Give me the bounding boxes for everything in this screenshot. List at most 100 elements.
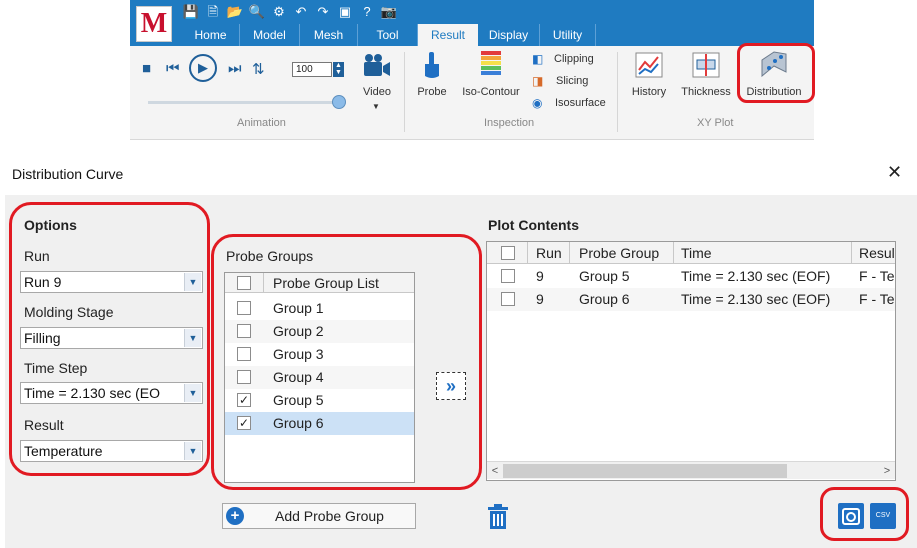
chevron-down-icon[interactable]: ▼: [184, 329, 201, 347]
scrollbar-thumb[interactable]: [503, 464, 787, 478]
group-checkbox[interactable]: [237, 347, 251, 361]
undo-icon[interactable]: ↶: [292, 3, 310, 21]
tab-mesh[interactable]: Mesh: [300, 24, 358, 46]
tab-display[interactable]: Display: [478, 24, 540, 46]
slicing-label[interactable]: Slicing: [556, 75, 588, 87]
run-label: Run: [24, 248, 50, 264]
run-select[interactable]: Run 9 ▼: [20, 271, 203, 293]
plot-contents-table: Run Probe Group Time Resul 9 Group 5 Tim…: [486, 241, 896, 481]
select-all-checkbox[interactable]: [501, 246, 515, 260]
column-separator: [851, 242, 852, 264]
preview-icon[interactable]: 🔍: [248, 3, 266, 21]
tab-model[interactable]: Model: [240, 24, 300, 46]
add-to-plot-button[interactable]: »: [436, 372, 466, 400]
thickness-icon[interactable]: [692, 52, 720, 78]
list-item[interactable]: ✓ Group 6: [225, 412, 414, 435]
column-separator: [569, 242, 570, 264]
group-checkbox[interactable]: [237, 324, 251, 338]
clipping-label[interactable]: Clipping: [554, 53, 594, 65]
delete-button[interactable]: [486, 504, 510, 530]
tab-tool[interactable]: Tool: [358, 24, 418, 46]
video-dropdown-icon[interactable]: ▼: [372, 102, 380, 111]
row-time: Time = 2.130 sec (EOF): [681, 268, 831, 284]
history-label[interactable]: History: [627, 86, 671, 98]
row-checkbox[interactable]: [501, 269, 515, 283]
list-item[interactable]: Group 2: [225, 320, 414, 343]
time-step-select[interactable]: Time = 2.130 sec (EO ▼: [20, 382, 203, 404]
group-checkbox[interactable]: ✓: [237, 393, 251, 407]
step-forward-icon[interactable]: ⏭: [228, 60, 242, 77]
export-csv-button[interactable]: CSV: [870, 503, 896, 529]
result-select[interactable]: Temperature ▼: [20, 440, 203, 462]
tab-result[interactable]: Result: [418, 24, 478, 46]
list-item[interactable]: Group 3: [225, 343, 414, 366]
group-checkbox[interactable]: ✓: [237, 416, 251, 430]
history-icon[interactable]: [635, 52, 663, 78]
slicing-icon[interactable]: ◨: [532, 74, 543, 88]
select-all-checkbox[interactable]: [237, 276, 251, 290]
animation-slider-track[interactable]: [148, 101, 338, 104]
speed-spinner[interactable]: ▲ ▼: [333, 62, 344, 77]
iso-contour-label[interactable]: Iso-Contour: [458, 86, 524, 98]
animation-group-label: Animation: [237, 117, 286, 129]
animation-slider-thumb[interactable]: [332, 95, 346, 109]
plot-contents-title: Plot Contents: [488, 217, 579, 233]
row-checkbox[interactable]: [501, 292, 515, 306]
stop-icon[interactable]: ■: [142, 60, 151, 77]
speed-input[interactable]: 100: [292, 62, 332, 77]
horizontal-scrollbar[interactable]: < >: [487, 461, 895, 479]
redo-icon[interactable]: ↷: [314, 3, 332, 21]
chevron-down-icon[interactable]: ▼: [184, 273, 201, 291]
group-checkbox[interactable]: [237, 370, 251, 384]
camera-icon[interactable]: 📷: [380, 3, 398, 21]
help-icon[interactable]: ?: [358, 3, 376, 21]
distribution-icon[interactable]: [760, 50, 788, 78]
play-icon[interactable]: ▶: [189, 54, 217, 82]
group-checkbox[interactable]: [237, 301, 251, 315]
table-row[interactable]: 9 Group 5 Time = 2.130 sec (EOF) F - Te: [487, 265, 895, 288]
add-probe-group-button[interactable]: + Add Probe Group: [222, 503, 416, 529]
step-back-icon[interactable]: ⏮: [166, 60, 180, 77]
probe-label[interactable]: Probe: [413, 86, 451, 98]
column-probe-group[interactable]: Probe Group: [579, 242, 659, 264]
probe-group-list-header-label: Probe Group List: [273, 275, 379, 291]
snapshot-button[interactable]: [838, 503, 864, 529]
column-result[interactable]: Resul: [859, 242, 895, 264]
list-item[interactable]: ✓ Group 5: [225, 389, 414, 412]
video-label[interactable]: Video: [360, 86, 394, 98]
settings-icon[interactable]: ⚙: [270, 3, 288, 21]
result-value: Temperature: [24, 443, 103, 459]
new-file-icon[interactable]: 🗎: [204, 3, 222, 21]
plot-contents-header: Run Probe Group Time Resul: [487, 242, 895, 264]
scroll-left-icon[interactable]: <: [487, 462, 503, 480]
table-row[interactable]: 9 Group 6 Time = 2.130 sec (EOF) F - Te: [487, 288, 895, 311]
save-icon[interactable]: 💾: [182, 3, 200, 21]
tab-home[interactable]: Home: [182, 24, 240, 46]
probe-icon[interactable]: [420, 50, 444, 80]
group-name: Group 4: [273, 369, 324, 385]
quick-access-toolbar: 💾 🗎 📂 🔍 ⚙ ↶ ↷ ▣ ? 📷: [182, 3, 398, 21]
isosurface-label[interactable]: Isosurface: [555, 97, 606, 109]
report-icon[interactable]: ▣: [336, 3, 354, 21]
column-time[interactable]: Time: [681, 242, 712, 264]
isosurface-icon[interactable]: ◉: [532, 96, 542, 110]
ribbon: M 💾 🗎 📂 🔍 ⚙ ↶ ↷ ▣ ? 📷 Home Model Mesh To…: [130, 0, 814, 140]
chevron-down-icon[interactable]: ▼: [184, 442, 201, 460]
adjust-icon[interactable]: ⇅: [252, 60, 265, 78]
list-item[interactable]: Group 4: [225, 366, 414, 389]
video-icon[interactable]: [362, 52, 392, 80]
distribution-label[interactable]: Distribution: [742, 86, 806, 98]
chevron-down-icon[interactable]: ▼: [184, 384, 201, 402]
row-probe-group: Group 6: [579, 291, 630, 307]
group-name: Group 5: [273, 392, 324, 408]
iso-contour-icon[interactable]: [480, 50, 502, 78]
molding-stage-select[interactable]: Filling ▼: [20, 327, 203, 349]
thickness-label[interactable]: Thickness: [678, 86, 734, 98]
close-icon[interactable]: ✕: [887, 162, 902, 183]
column-run[interactable]: Run: [536, 242, 562, 264]
scroll-right-icon[interactable]: >: [879, 462, 895, 480]
tab-utility[interactable]: Utility: [540, 24, 596, 46]
open-folder-icon[interactable]: 📂: [226, 3, 244, 21]
clipping-icon[interactable]: ◧: [532, 52, 543, 66]
list-item[interactable]: Group 1: [225, 297, 414, 320]
